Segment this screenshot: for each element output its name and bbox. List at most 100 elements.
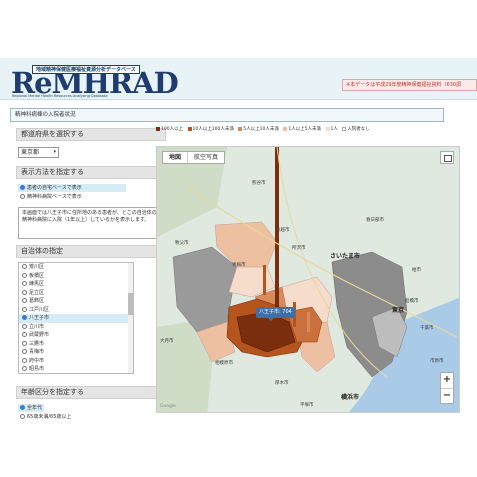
list-item[interactable]: 府中市 xyxy=(19,357,133,366)
list-item[interactable]: 立川市 xyxy=(19,323,133,332)
radio-icon xyxy=(22,340,27,346)
map-label-funabashi: 船橋市 xyxy=(405,299,419,304)
list-item[interactable]: 武蔵野市 xyxy=(19,331,133,340)
age-section-head: 年齢区分を指定する xyxy=(16,386,166,399)
radio-icon xyxy=(22,298,27,303)
map-label-kashiwa: 柏市 xyxy=(412,268,421,273)
value-spike xyxy=(263,265,266,295)
radio-icon xyxy=(22,281,27,286)
app-logo-english: Regional Mental Health Resources Analyzi… xyxy=(12,94,108,98)
map-popup: 八王子市: 704 xyxy=(256,307,295,321)
map-label-otsuki: 大月市 xyxy=(160,339,174,344)
prefecture-section-head: 都道府県を選択する xyxy=(16,128,166,141)
map-canvas[interactable] xyxy=(157,147,460,413)
list-item[interactable]: 三鷹市 xyxy=(19,340,133,349)
list-item-label: 荒川区 xyxy=(29,264,45,270)
display-option-home[interactable]: 患者の自宅ベースで表示 xyxy=(18,184,126,192)
list-item[interactable]: 葛飾区 xyxy=(19,297,133,306)
list-item[interactable]: 荒川区 xyxy=(19,263,133,272)
list-item[interactable]: 練馬区 xyxy=(19,280,133,289)
list-item-label: 江戸川区 xyxy=(29,306,50,313)
municipality-list[interactable]: 荒川区 板橋区 練馬区 足立区 葛飾区 江戸川区 八王子市 立川市 武蔵野市 三… xyxy=(18,262,134,374)
radio-icon xyxy=(22,289,27,295)
legend-swatch xyxy=(325,126,330,131)
zoom-out-button[interactable]: − xyxy=(441,388,453,403)
fullscreen-icon[interactable] xyxy=(440,151,454,164)
legend-item: 100人以上 xyxy=(156,126,183,134)
legend-item: 10人以上100人未満 xyxy=(187,126,234,134)
map-type-toggle: 地図 航空写真 xyxy=(162,151,226,164)
radio-icon xyxy=(20,194,25,199)
municipality-section-head: 自治体の指定 xyxy=(16,245,166,258)
list-item[interactable]: 板橋区 xyxy=(19,272,133,281)
chevron-down-icon: ▾ xyxy=(53,149,56,155)
choropleth-map[interactable] xyxy=(156,146,460,413)
map-label-chichibu: 秩父市 xyxy=(175,241,189,246)
tab-map[interactable]: 地図 xyxy=(163,152,187,163)
list-item[interactable]: 足立区 xyxy=(19,289,133,298)
age-option-split[interactable]: 65歳未満/65歳以上 xyxy=(18,413,98,421)
list-item-label: 昭島市 xyxy=(29,366,45,372)
radio-icon xyxy=(22,315,27,320)
list-scrollbar[interactable] xyxy=(128,263,133,373)
map-label-sagamihara: 相模原市 xyxy=(215,361,233,366)
data-notice: ※本データは平成29年度精神保健福祉資料（630調 xyxy=(342,79,477,91)
list-item-label: 武蔵野市 xyxy=(29,332,50,338)
legend-swatch xyxy=(156,126,160,131)
radio-icon xyxy=(20,405,25,410)
radio-icon xyxy=(20,414,25,419)
list-item-label: 八王子市 xyxy=(29,315,50,321)
value-spike xyxy=(275,147,279,319)
map-label-yokohama: 横浜市 xyxy=(341,394,360,401)
radio-icon xyxy=(22,264,27,269)
age-option-all[interactable]: 全年代 xyxy=(18,404,44,412)
list-item-label: 練馬区 xyxy=(29,281,45,287)
map-label-kasukabe: 春日部市 xyxy=(366,218,384,223)
map-label-hiratsuka: 平塚市 xyxy=(300,403,314,408)
list-item-label: 立川市 xyxy=(29,323,45,330)
list-item[interactable]: 江戸川区 xyxy=(19,306,133,315)
legend-item: 1人 xyxy=(325,126,338,134)
radio-icon xyxy=(22,349,27,354)
list-item-label: 三鷹市 xyxy=(29,340,45,347)
legend-label: 10人以上100人未満 xyxy=(192,127,234,132)
list-item[interactable]: 八王子市 xyxy=(19,314,133,323)
map-attribution: Google xyxy=(160,404,176,409)
list-item[interactable]: 青梅市 xyxy=(19,348,133,357)
info-text-box: 本画面では八王子市に住所地のある患者が、どこの自治体の精神科病院に入院（1年以上… xyxy=(18,207,164,239)
legend-swatch xyxy=(283,126,288,131)
scroll-thumb[interactable] xyxy=(128,293,133,315)
map-label-tokorozawa: 所沢市 xyxy=(292,246,306,251)
list-item[interactable]: 昭島市 xyxy=(19,365,133,373)
page-title: 精神科病棟の入院者状況 xyxy=(10,108,444,122)
tab-satellite[interactable]: 航空写真 xyxy=(187,152,224,163)
display-section-head: 表示方法を指定する xyxy=(16,166,166,179)
list-item-label: 葛飾区 xyxy=(29,298,45,304)
list-item-label: 板橋区 xyxy=(29,272,45,279)
value-spike xyxy=(307,312,310,332)
radio-icon xyxy=(22,332,27,337)
prefecture-select[interactable]: 東京都 ▾ xyxy=(18,147,59,158)
map-label-tokyo: 東京 xyxy=(392,307,405,314)
age-option-label: 全年代 xyxy=(27,405,43,411)
display-option-label: 精神科病院ベースで表示 xyxy=(27,194,82,200)
age-option-label: 65歳未満/65歳以上 xyxy=(27,414,72,420)
app-subtitle: 地域精神保健医療福祉資源分析データベース xyxy=(32,65,140,74)
map-label-atsugi: 厚木市 xyxy=(275,381,289,386)
zoom-in-button[interactable]: + xyxy=(441,373,453,388)
display-option-hospital[interactable]: 精神科病院ベースで表示 xyxy=(18,193,126,201)
legend-label: 5人以上10人未満 xyxy=(243,127,279,132)
legend-label: 入院者なし xyxy=(347,127,370,132)
legend-label: 1人 xyxy=(330,127,338,132)
map-label-chiba: 千葉市 xyxy=(420,326,434,331)
radio-icon xyxy=(22,366,27,371)
zoom-control: + − xyxy=(440,372,454,404)
legend-label: 100人以上 xyxy=(161,127,184,132)
legend-label: 1人以上5人未満 xyxy=(288,127,322,132)
map-label-ichihara: 市原市 xyxy=(430,359,444,364)
display-option-label: 患者の自宅ベースで表示 xyxy=(27,185,82,191)
map-legend: 100人以上 10人以上100人未満 5人以上10人未満 1人以上5人未満 1人… xyxy=(156,126,373,134)
legend-item: 1人以上5人未満 xyxy=(283,126,321,134)
list-item-label: 府中市 xyxy=(29,357,45,364)
region-gray xyxy=(172,246,238,333)
